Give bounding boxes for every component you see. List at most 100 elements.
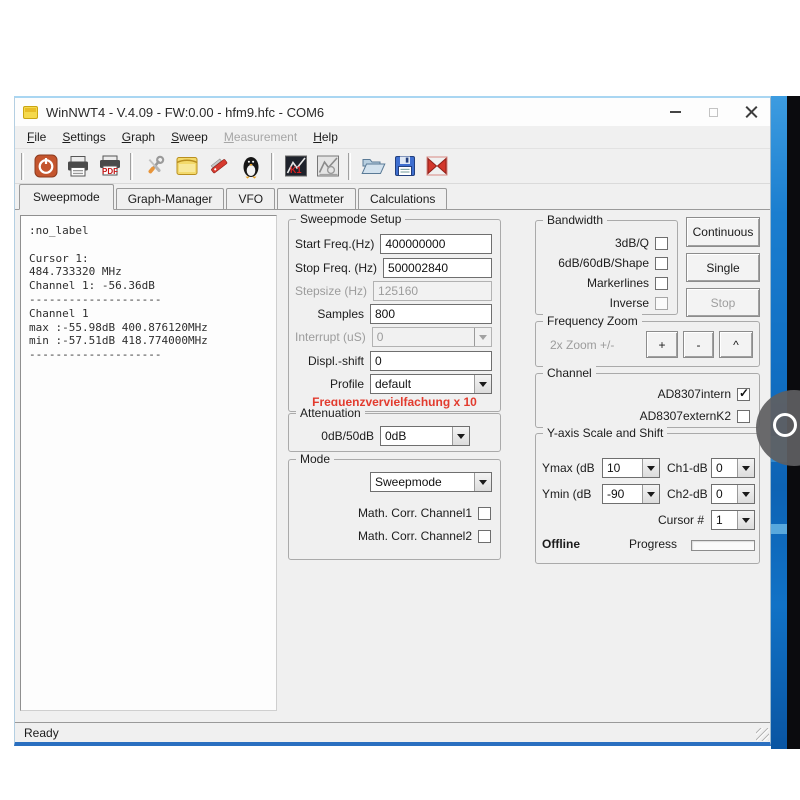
math-corr-ch1-row: Math. Corr. Channel1 bbox=[295, 504, 491, 522]
exit-power-button[interactable] bbox=[32, 152, 60, 180]
mode-select-row: Sweepmode bbox=[295, 472, 492, 492]
inverse-checkbox[interactable] bbox=[655, 297, 668, 310]
readout-line bbox=[29, 238, 276, 252]
ad8307-extern-checkbox[interactable] bbox=[737, 410, 750, 423]
offline-status: Offline bbox=[542, 537, 580, 551]
minimize-icon bbox=[670, 111, 681, 113]
ymin-label: Ymin (dB bbox=[542, 487, 591, 501]
tab-sweepmode[interactable]: Sweepmode bbox=[19, 184, 114, 210]
math-corr-ch2-checkbox[interactable] bbox=[478, 530, 491, 543]
tab-calculations[interactable]: Calculations bbox=[358, 188, 447, 209]
bandwidth-3db-checkbox[interactable] bbox=[655, 237, 668, 250]
knife-tool-button[interactable] bbox=[205, 152, 233, 180]
math-corr-ch1-label: Math. Corr. Channel1 bbox=[358, 506, 478, 520]
zoom-out-button[interactable]: - bbox=[683, 331, 714, 358]
interrupt-select: 0 bbox=[372, 327, 492, 347]
ch2-db-label: Ch2-dB bbox=[667, 487, 708, 501]
title-bar: WinNWT4 - V.4.09 - FW:0.00 - hfm9.hfc - … bbox=[15, 98, 770, 126]
ad8307-intern-checkbox[interactable] bbox=[737, 388, 750, 401]
group-title: Mode bbox=[296, 452, 334, 466]
tab-strip: Sweepmode Graph-Manager VFO Wattmeter Ca… bbox=[15, 186, 770, 210]
attenuation-row: 0dB/50dB 0dB bbox=[295, 426, 470, 446]
profile-row: Profile default bbox=[295, 374, 492, 394]
app-icon bbox=[23, 106, 38, 119]
math-corr-ch2-label: Math. Corr. Channel2 bbox=[358, 529, 478, 543]
cursor-readout-panel[interactable]: :no_label Cursor 1: 484.733320 MHz Chann… bbox=[20, 215, 277, 711]
cursor-number-label: Cursor # bbox=[644, 513, 704, 527]
graph-k1-button[interactable]: K1 bbox=[282, 152, 310, 180]
toolbar-separator bbox=[348, 153, 351, 180]
displ-shift-input[interactable]: 0 bbox=[370, 351, 492, 371]
zoom-in-button[interactable]: + bbox=[646, 331, 678, 358]
bandwidth-3db-row: 3dB/Q bbox=[542, 234, 668, 252]
chevron-down-icon bbox=[642, 459, 659, 477]
stepsize-label: Stepsize (Hz) bbox=[295, 284, 373, 298]
yaxis-group: Y-axis Scale and Shift Ymax (dB 10 Ch1-d… bbox=[535, 433, 760, 564]
menu-graph[interactable]: Graph bbox=[114, 128, 163, 146]
maximize-button[interactable] bbox=[694, 98, 732, 126]
mode-select[interactable]: Sweepmode bbox=[370, 472, 492, 492]
ch1-db-label: Ch1-dB bbox=[667, 461, 708, 475]
ad8307-extern-label: AD8307externK2 bbox=[640, 409, 737, 423]
settings-tools-button[interactable] bbox=[141, 152, 169, 180]
wallpaper-highlight bbox=[771, 524, 788, 534]
continuous-button[interactable]: Continuous bbox=[686, 217, 760, 247]
linux-tux-button[interactable] bbox=[237, 152, 265, 180]
stepsize-input: 125160 bbox=[373, 281, 492, 301]
displ-shift-row: Displ.-shift 0 bbox=[295, 351, 492, 371]
status-text: Ready bbox=[15, 726, 59, 740]
samples-input[interactable]: 800 bbox=[370, 304, 492, 324]
zoom-reset-button[interactable]: ^ bbox=[719, 331, 753, 358]
close-red-button[interactable] bbox=[423, 152, 451, 180]
menu-file[interactable]: File bbox=[19, 128, 54, 146]
profile-select[interactable]: default bbox=[370, 374, 492, 394]
menu-sweep[interactable]: Sweep bbox=[163, 128, 216, 146]
chevron-down-icon bbox=[737, 459, 754, 477]
print-button[interactable] bbox=[64, 152, 92, 180]
progress-bar bbox=[691, 540, 755, 551]
profile-folder-icon bbox=[174, 153, 200, 179]
close-button[interactable] bbox=[732, 98, 770, 126]
ymin-select[interactable]: -90 bbox=[602, 484, 660, 504]
attenuation-select[interactable]: 0dB bbox=[380, 426, 470, 446]
minimize-button[interactable] bbox=[656, 98, 694, 126]
menu-settings[interactable]: Settings bbox=[54, 128, 113, 146]
tab-vfo[interactable]: VFO bbox=[226, 188, 275, 209]
stop-freq-input[interactable]: 500002840 bbox=[383, 258, 492, 278]
markerlines-checkbox[interactable] bbox=[655, 277, 668, 290]
bandwidth-group: Bandwidth 3dB/Q 6dB/60dB/Shape Markerlin… bbox=[535, 220, 678, 315]
ymax-select[interactable]: 10 bbox=[602, 458, 660, 478]
readout-line: Channel 1 bbox=[29, 307, 276, 321]
exit-power-icon bbox=[33, 153, 59, 179]
ch1-db-select[interactable]: 0 bbox=[711, 458, 755, 478]
bandwidth-6db-checkbox[interactable] bbox=[655, 257, 668, 270]
graph-manager-button[interactable] bbox=[314, 152, 342, 180]
readout-line: Channel 1: -56.36dB bbox=[29, 279, 276, 293]
svg-text:PDF: PDF bbox=[102, 167, 118, 176]
ch2-db-select[interactable]: 0 bbox=[711, 484, 755, 504]
tab-graph-manager[interactable]: Graph-Manager bbox=[116, 188, 225, 209]
chevron-down-icon bbox=[737, 485, 754, 503]
cursor-number-select[interactable]: 1 bbox=[711, 510, 755, 530]
resize-grip-icon[interactable] bbox=[756, 728, 769, 741]
start-freq-input[interactable]: 400000000 bbox=[380, 234, 492, 254]
sweepmode-page: :no_label Cursor 1: 484.733320 MHz Chann… bbox=[15, 210, 770, 722]
group-title: Channel bbox=[543, 366, 596, 380]
single-button[interactable]: Single bbox=[686, 253, 760, 282]
inverse-row: Inverse bbox=[542, 294, 668, 312]
save-file-button[interactable] bbox=[391, 152, 419, 180]
group-title: Y-axis Scale and Shift bbox=[543, 426, 667, 440]
winnwt4-window: WinNWT4 - V.4.09 - FW:0.00 - hfm9.hfc - … bbox=[14, 96, 771, 746]
tab-wattmeter[interactable]: Wattmeter bbox=[277, 188, 356, 209]
bandwidth-6db-label: 6dB/60dB/Shape bbox=[558, 256, 655, 270]
chevron-down-icon bbox=[452, 427, 469, 445]
save-file-icon bbox=[392, 153, 418, 179]
open-file-button[interactable] bbox=[359, 152, 387, 180]
math-corr-ch1-checkbox[interactable] bbox=[478, 507, 491, 520]
svg-text:K1: K1 bbox=[290, 165, 302, 175]
menu-help[interactable]: Help bbox=[305, 128, 346, 146]
stop-button: Stop bbox=[686, 288, 760, 317]
ymax-label: Ymax (dB bbox=[542, 461, 595, 475]
print-pdf-button[interactable]: PDF bbox=[96, 152, 124, 180]
profile-folder-button[interactable] bbox=[173, 152, 201, 180]
